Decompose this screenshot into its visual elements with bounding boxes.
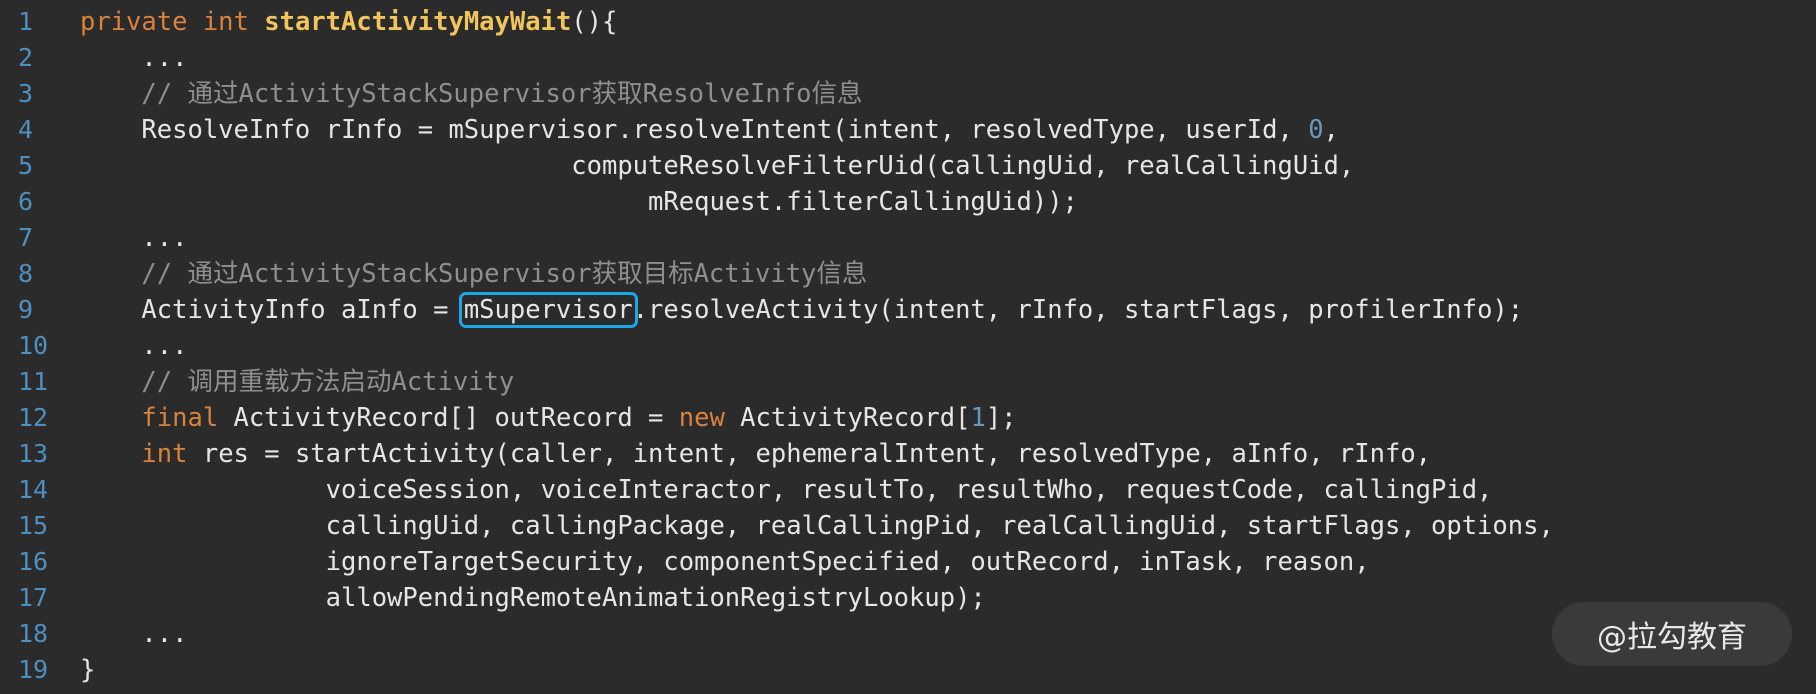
line-number: 16 [18,547,49,576]
line-number: 8 [18,259,34,288]
watermark-badge: @拉勾教育 [1552,602,1792,666]
number-literal: 1 [970,403,986,433]
keyword: final [141,403,219,433]
keyword: int [202,7,249,37]
code-line-17: allowPendingRemoteAnimationRegistryLooku… [80,583,986,613]
keyword: int [141,439,188,469]
line-number: 12 [18,403,49,432]
code-line-10: ... [80,331,188,361]
line-number: 2 [18,43,34,72]
code-line-2: ... [80,43,188,73]
code-line-19: } [80,655,96,685]
code-line-4: ResolveInfo rInfo = mSupervisor.resolveI… [80,112,1816,148]
code-text: ActivityRecord[ [724,403,971,433]
line-number-gutter: 1 2 3 4 5 6 7 8 9 10 11 12 13 14 15 16 1… [0,4,70,688]
line-number: 9 [18,295,34,324]
line-number: 17 [18,583,49,612]
line-number: 5 [18,151,34,180]
line-number: 7 [18,223,34,252]
line-number: 11 [18,367,49,396]
code-comment-line-3: // 通过ActivityStackSupervisor获取ResolveInf… [80,79,863,109]
line-number: 13 [18,439,49,468]
line-number: 19 [18,655,49,684]
line-number: 18 [18,619,49,648]
code-line-15: callingUid, callingPackage, realCallingP… [80,511,1554,541]
code-comment-line-8: // 通过ActivityStackSupervisor获取目标Activity… [80,259,868,289]
code-text: (){ [571,7,618,37]
code-text: ]; [985,403,1017,433]
line-number: 6 [18,187,34,216]
code-line-16: ignoreTargetSecurity, componentSpecified… [80,547,1370,577]
line-number: 3 [18,79,34,108]
code-line-1: private int startActivityMayWait(){ [80,4,1816,40]
code-text: , [1323,115,1339,145]
code-body: private int startActivityMayWait(){ ... … [80,4,1816,688]
line-number: 14 [18,475,49,504]
code-text: res = startActivity(caller, intent, ephe… [187,439,1432,469]
code-comment-line-11: // 调用重载方法启动Activity [80,367,515,397]
code-line-9: ActivityInfo aInfo = mSupervisor.resolve… [80,292,1816,328]
code-text: .resolveActivity(intent, rInfo, startFla… [632,295,1524,325]
line-number: 4 [18,115,34,144]
line-number: 1 [18,7,34,36]
keyword: new [678,403,725,433]
line-number: 10 [18,331,49,360]
code-text: ResolveInfo rInfo = mSupervisor.resolveI… [80,115,1309,145]
keyword: private [80,7,188,37]
code-editor: 1 2 3 4 5 6 7 8 9 10 11 12 13 14 15 16 1… [0,0,1816,694]
line-number: 15 [18,511,49,540]
code-line-7: ... [80,223,188,253]
highlighted-identifier: mSupervisor [458,292,638,328]
code-line-14: voiceSession, voiceInteractor, resultTo,… [80,475,1493,505]
number-literal: 0 [1308,115,1324,145]
method-name: startActivityMayWait [264,7,572,37]
code-line-5: computeResolveFilterUid(callingUid, real… [80,151,1355,181]
code-text: ActivityInfo aInfo = [80,295,464,325]
code-line-6: mRequest.filterCallingUid)); [80,187,1078,217]
code-line-13: int res = startActivity(caller, intent, … [80,436,1816,472]
code-line-12: final ActivityRecord[] outRecord = new A… [80,400,1816,436]
code-text: ActivityRecord[] outRecord = [218,403,679,433]
